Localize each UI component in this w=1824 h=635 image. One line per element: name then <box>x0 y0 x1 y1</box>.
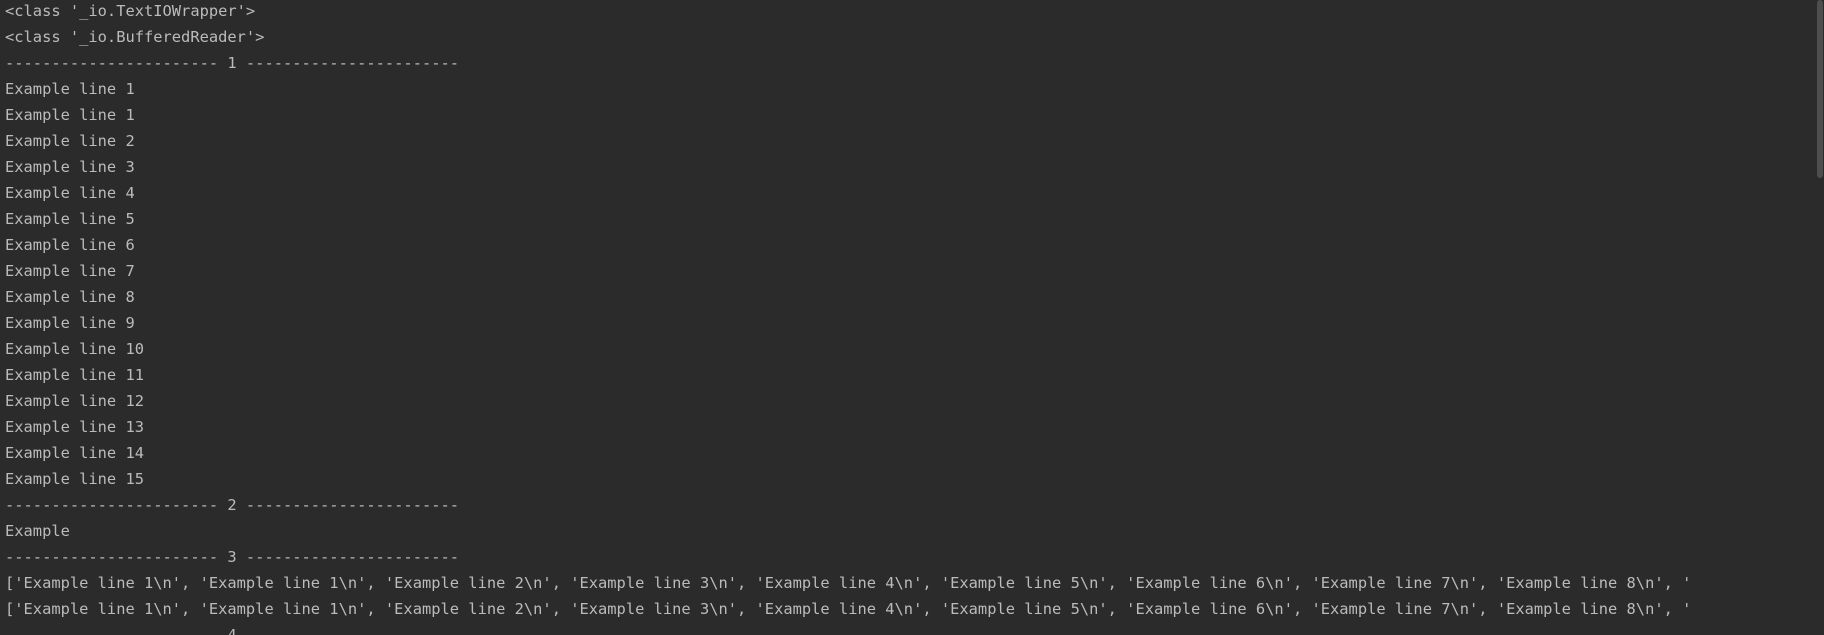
scrollbar-thumb[interactable] <box>1817 0 1823 178</box>
console-line: Example line 12 <box>5 392 144 410</box>
console-line: Example line 6 <box>5 236 135 254</box>
console-line: Example line 3 <box>5 158 135 176</box>
console-line: Example line 2 <box>5 132 135 150</box>
console-line: Example line 8 <box>5 288 135 306</box>
console-line: Example line 1 <box>5 106 135 124</box>
console-line: Example line 4 <box>5 184 135 202</box>
console-line: Example line 5 <box>5 210 135 228</box>
section-separator: ----------------------- 2 --------------… <box>5 496 460 514</box>
console-line: <class '_io.BufferedReader'> <box>5 28 265 46</box>
console-line: <class '_io.TextIOWrapper'> <box>5 2 256 20</box>
console-line: Example line 15 <box>5 470 144 488</box>
console-line: ['Example line 1\n', 'Example line 1\n',… <box>5 600 1692 618</box>
console-line: ['Example line 1\n', 'Example line 1\n',… <box>5 574 1692 592</box>
vertical-scrollbar[interactable] <box>1814 0 1824 635</box>
console-line: Example <box>5 522 70 540</box>
console-line: Example line 13 <box>5 418 144 436</box>
console-line: Example line 14 <box>5 444 144 462</box>
console-output[interactable]: <class '_io.TextIOWrapper'> <class '_io.… <box>0 0 1814 635</box>
console-line: Example line 9 <box>5 314 135 332</box>
console-line: Example line 10 <box>5 340 144 358</box>
console-line: Example line 7 <box>5 262 135 280</box>
console-line: Example line 11 <box>5 366 144 384</box>
console-line: Example line 1 <box>5 80 135 98</box>
section-separator: ----------------------- 4 --------------… <box>5 626 460 635</box>
section-separator: ----------------------- 3 --------------… <box>5 548 460 566</box>
section-separator: ----------------------- 1 --------------… <box>5 54 460 72</box>
